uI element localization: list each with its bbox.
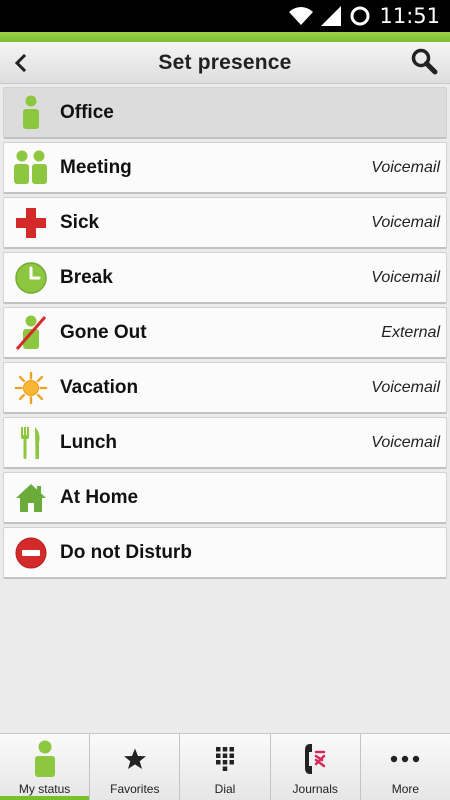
presence-label: Lunch (60, 431, 117, 453)
tab-more[interactable]: More (360, 734, 450, 800)
fork-knife-icon (14, 425, 48, 461)
presence-label: Meeting (60, 156, 132, 178)
meeting-icon (14, 150, 48, 186)
presence-item-do-not-disturb[interactable]: Do not Disturb (3, 527, 447, 579)
accent-strip (0, 32, 450, 42)
signal-icon (321, 6, 342, 26)
phone-journal-icon (302, 740, 328, 778)
status-bar: 11:51 (0, 0, 450, 32)
sun-icon (14, 370, 48, 406)
tab-journals[interactable]: Journals (270, 734, 361, 800)
tab-dial[interactable]: Dial (180, 734, 271, 800)
forward-target: Voicemail (371, 213, 440, 231)
person-icon (14, 95, 48, 131)
more-dots-icon (390, 740, 420, 778)
presence-label: At Home (60, 486, 139, 508)
presence-item-vacation[interactable]: Vacation Voicemail (3, 362, 447, 414)
forward-target: Voicemail (371, 268, 440, 286)
clock-icon (14, 260, 48, 296)
presence-label: Office (60, 101, 114, 123)
status-time: 11:51 (379, 4, 440, 28)
bottom-nav: My status Favorites Dial Journals More (0, 733, 450, 800)
forward-target: External (381, 323, 440, 341)
do-not-disturb-icon (14, 535, 48, 571)
presence-item-sick[interactable]: Sick Voicemail (3, 197, 447, 249)
forward-target: Voicemail (371, 378, 440, 396)
star-icon (123, 740, 147, 778)
tab-label: My status (18, 782, 71, 796)
app-header: Set presence (0, 42, 450, 84)
presence-item-at-home[interactable]: At Home (3, 472, 447, 524)
search-icon[interactable] (408, 46, 442, 78)
tab-label: Favorites (110, 782, 160, 796)
tab-my-status[interactable]: My status (0, 734, 91, 800)
house-icon (14, 480, 48, 516)
back-arrow-icon[interactable] (10, 48, 40, 78)
presence-item-office[interactable]: Office (3, 87, 447, 139)
presence-label: Do not Disturb (60, 541, 192, 563)
person-icon (32, 740, 58, 778)
tab-label: More (391, 782, 420, 796)
presence-label: Break (60, 266, 113, 288)
presence-list: Office Meeting Voicemail Sick Voicemail (3, 87, 447, 582)
presence-label: Vacation (60, 376, 139, 398)
presence-item-gone-out[interactable]: Gone Out External (3, 307, 447, 359)
page-title: Set presence (158, 50, 292, 74)
person-crossed-icon (14, 315, 48, 351)
battery-circle-icon (350, 6, 370, 26)
presence-label: Gone Out (60, 321, 147, 343)
presence-item-meeting[interactable]: Meeting Voicemail (3, 142, 447, 194)
forward-target: Voicemail (371, 433, 440, 451)
presence-label: Sick (60, 211, 100, 233)
wifi-icon (289, 7, 314, 25)
dialpad-icon (215, 740, 235, 778)
presence-item-lunch[interactable]: Lunch Voicemail (3, 417, 447, 469)
presence-item-break[interactable]: Break Voicemail (3, 252, 447, 304)
forward-target: Voicemail (371, 158, 440, 176)
tab-label: Journals (292, 782, 338, 796)
tab-favorites[interactable]: Favorites (90, 734, 181, 800)
tab-label: Dial (214, 782, 236, 796)
red-cross-icon (14, 205, 48, 241)
